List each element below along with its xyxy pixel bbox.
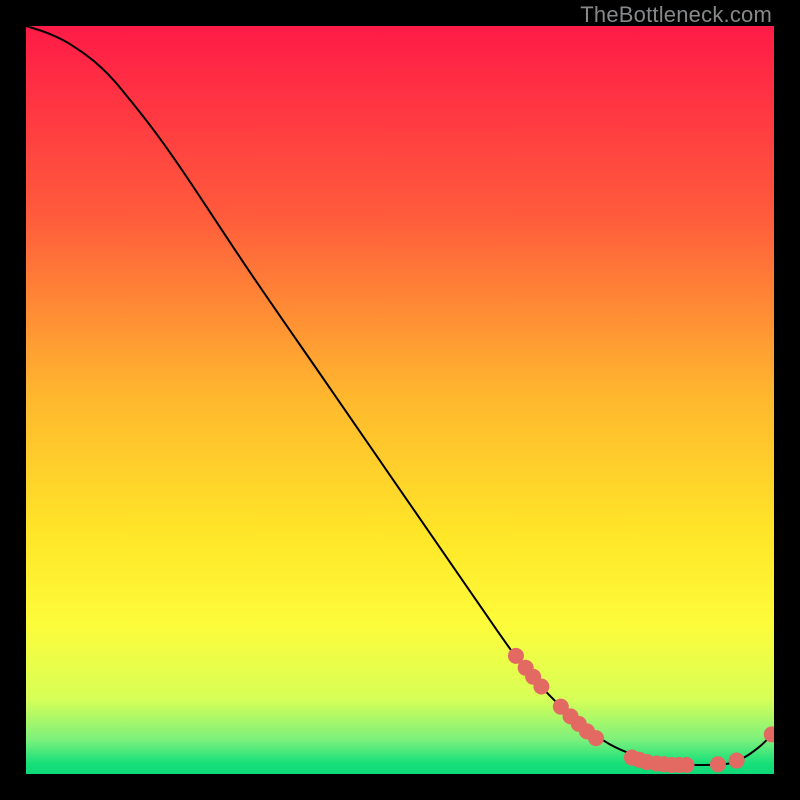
curve-marker — [588, 730, 604, 746]
watermark-label: TheBottleneck.com — [580, 2, 772, 28]
curve-marker — [729, 753, 745, 769]
gradient-background — [26, 26, 774, 774]
chart-svg — [26, 26, 774, 774]
curve-marker — [678, 757, 694, 773]
chart-area — [26, 26, 774, 774]
curve-marker — [533, 678, 549, 694]
curve-marker — [710, 756, 726, 772]
